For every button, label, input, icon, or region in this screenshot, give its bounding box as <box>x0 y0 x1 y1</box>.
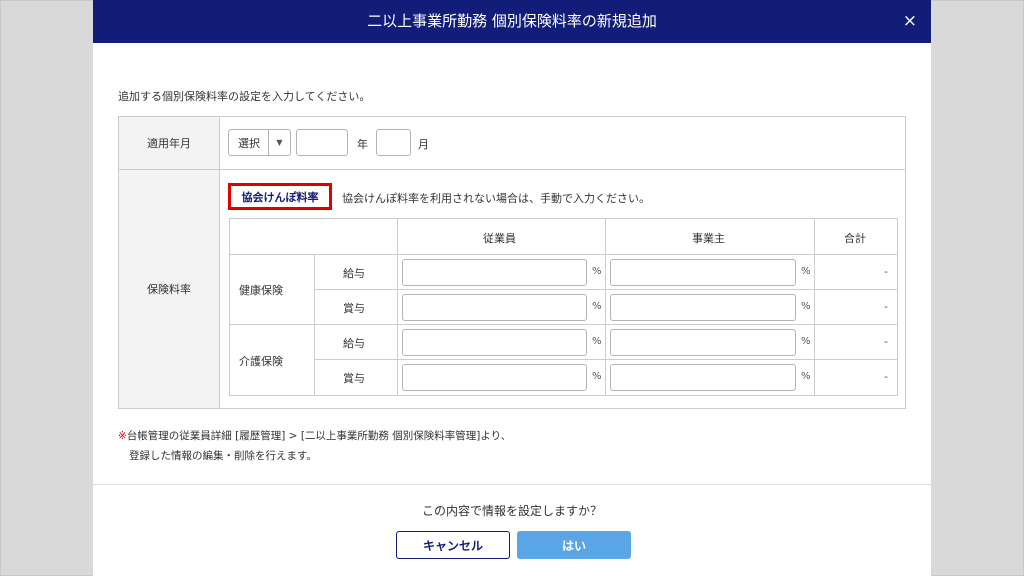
percent-label: % <box>592 371 602 382</box>
row-type-bonus: 賞与 <box>343 302 365 315</box>
note-line-1: ※台帳管理の従業員詳細 [履歴管理] > [二以上事業所勤務 個別保険料率管理]… <box>118 426 511 446</box>
grid-line <box>814 219 815 395</box>
year-input[interactable] <box>296 129 348 156</box>
header-employee: 従業員 <box>483 232 516 245</box>
percent-label: % <box>592 336 602 347</box>
percent-label: % <box>801 371 811 382</box>
category-care-insurance: 介護保険 <box>239 355 283 368</box>
employee-rate-input[interactable] <box>402 259 587 286</box>
percent-label: % <box>592 266 602 277</box>
row-type-salary: 給与 <box>343 337 365 350</box>
note-text-1: 台帳管理の従業員詳細 [履歴管理] > [二以上事業所勤務 個別保険料率管理]よ… <box>126 430 512 442</box>
employer-rate-input[interactable] <box>610 294 796 321</box>
year-unit-label: 年 <box>357 138 368 151</box>
confirm-yes-button[interactable]: はい <box>517 531 631 559</box>
percent-label: % <box>801 266 811 277</box>
grid-line <box>314 254 315 395</box>
row-divider <box>119 169 905 170</box>
dialog-title: 二以上事業所勤務 個別保険料率の新規追加 <box>367 12 657 30</box>
row-type-salary: 給与 <box>343 267 365 280</box>
employer-rate-input[interactable] <box>610 329 796 356</box>
add-rate-dialog: 二以上事業所勤務 個別保険料率の新規追加 × 追加する個別保険料率の設定を入力し… <box>93 0 931 576</box>
dialog-intro: 追加する個別保険料率の設定を入力してください。 <box>118 90 371 103</box>
total-value: - <box>884 300 888 313</box>
select-value: 選択 <box>238 136 260 150</box>
header-total: 合計 <box>844 232 866 245</box>
rate-grid: 従業員 事業主 合計 健康保険 介護保険 給与 賞与 給与 賞与 % % - %… <box>229 218 898 396</box>
apply-select-dropdown[interactable]: 選択 ▼ <box>228 129 291 156</box>
header-employer: 事業主 <box>692 232 725 245</box>
note-line-2: 登録した情報の編集・削除を行えます。 <box>129 450 317 462</box>
confirm-message: この内容で情報を設定しますか？ <box>421 504 602 518</box>
percent-label: % <box>801 336 811 347</box>
grid-line <box>605 219 606 395</box>
employer-rate-input[interactable] <box>610 364 796 391</box>
total-value: - <box>884 335 888 348</box>
grid-line <box>230 254 897 255</box>
total-value: - <box>884 370 888 383</box>
chevron-down-icon: ▼ <box>268 130 290 155</box>
cancel-button[interactable]: キャンセル <box>396 531 510 559</box>
dialog-header: 二以上事業所勤務 個別保険料率の新規追加 × <box>93 0 931 43</box>
grid-line <box>397 219 398 395</box>
employee-rate-input[interactable] <box>402 364 587 391</box>
rate-form-table: 適用年月 選択 ▼ 年 月 保険料率 協会けんぽ料率 協会けんぽ料率を利用されな… <box>118 116 906 409</box>
percent-label: % <box>592 301 602 312</box>
row-type-bonus: 賞与 <box>343 372 365 385</box>
apply-month-label: 適用年月 <box>119 117 220 169</box>
kyokai-rate-button[interactable]: 協会けんぽ料率 <box>228 183 332 210</box>
total-value: - <box>884 265 888 278</box>
category-health-insurance: 健康保険 <box>239 284 283 297</box>
month-unit-label: 月 <box>418 138 429 151</box>
insurance-rate-label: 保険料率 <box>119 170 220 408</box>
kyokai-note: 協会けんぽ料率を利用されない場合は、手動で入力ください。 <box>342 192 650 205</box>
employee-rate-input[interactable] <box>402 329 587 356</box>
history-note: ※台帳管理の従業員詳細 [履歴管理] > [二以上事業所勤務 個別保険料率管理]… <box>118 426 511 466</box>
month-input[interactable] <box>376 129 411 156</box>
employee-rate-input[interactable] <box>402 294 587 321</box>
percent-label: % <box>801 301 811 312</box>
footer-divider <box>93 484 931 485</box>
close-icon[interactable]: × <box>903 0 917 43</box>
grid-line <box>230 324 897 325</box>
employer-rate-input[interactable] <box>610 259 796 286</box>
note-mark: ※ <box>118 430 127 442</box>
